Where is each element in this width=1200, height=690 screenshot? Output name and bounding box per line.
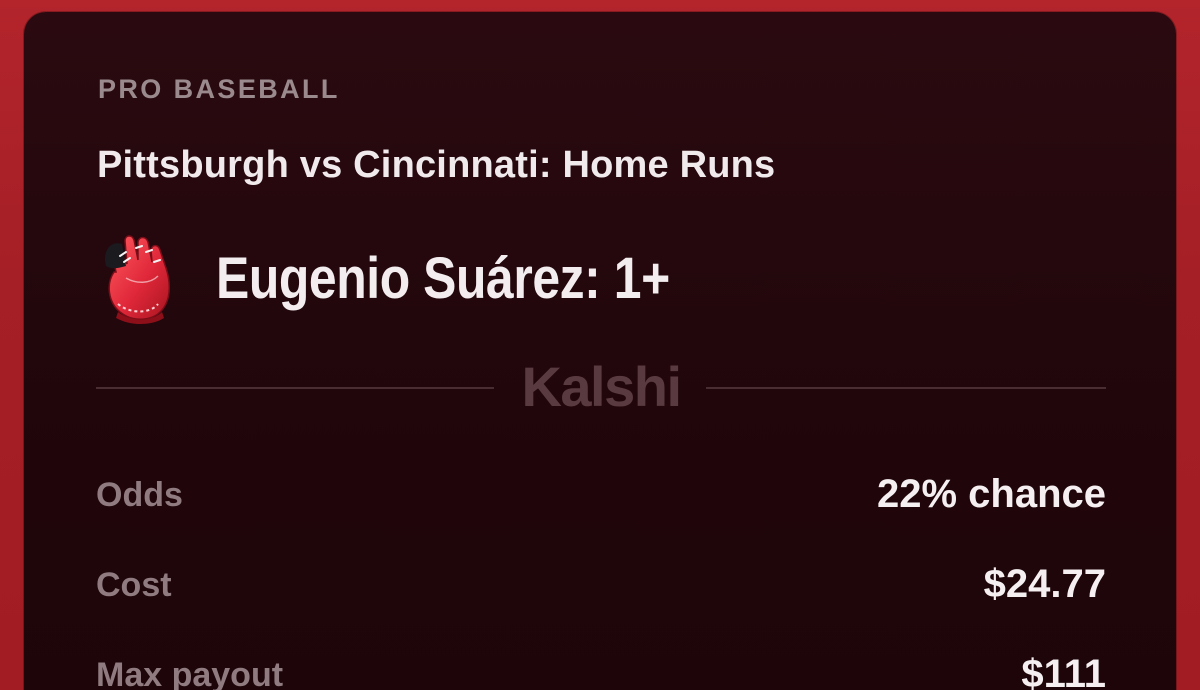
baseball-glove-icon	[104, 235, 170, 324]
sport-category: PRO BASEBALL	[98, 74, 340, 104]
cost-value: $24.77	[983, 562, 1106, 606]
brand-divider: Kalshi	[96, 350, 1106, 426]
brand-logo: Kalshi	[521, 355, 682, 418]
odds-value: 22% chance	[876, 472, 1106, 516]
pick-selection: Eugenio Suárez: 1+	[216, 245, 670, 311]
divider-line-left	[96, 387, 494, 389]
payout-row: Max payout $111	[96, 648, 1106, 690]
market-title: Pittsburgh vs Cincinnati: Home Runs	[97, 144, 776, 186]
pick-row: Eugenio Suárez: 1+	[96, 228, 744, 328]
payout-label: Max payout	[96, 656, 284, 690]
divider-line-right	[706, 387, 1106, 389]
odds-row: Odds 22% chance	[96, 468, 1106, 528]
bet-card: PRO BASEBALL Pittsburgh vs Cincinnati: H…	[24, 12, 1176, 690]
odds-label: Odds	[96, 476, 183, 514]
payout-value: $111	[1021, 652, 1106, 690]
cost-row: Cost $24.77	[96, 558, 1106, 618]
cost-label: Cost	[96, 566, 172, 604]
